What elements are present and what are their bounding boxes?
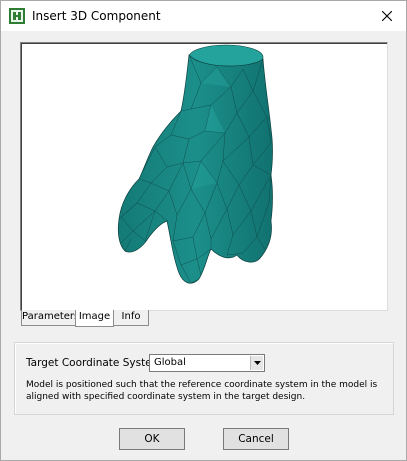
title-bar[interactable]: Insert 3D Component	[1, 1, 406, 31]
tab-parameters[interactable]: Parameters	[21, 310, 79, 326]
dropdown-arrow-icon[interactable]	[250, 356, 263, 370]
target-coordinate-label: Target Coordinate System:	[26, 357, 166, 369]
cancel-button[interactable]: Cancel	[223, 428, 289, 450]
ok-button[interactable]: OK	[119, 428, 185, 450]
window-title: Insert 3D Component	[32, 9, 161, 23]
target-coordinate-select[interactable]: Global	[149, 354, 265, 372]
tab-image[interactable]: Image	[75, 310, 114, 327]
app-icon	[9, 8, 25, 24]
model-preview-pane	[20, 42, 388, 311]
hand-model-image	[117, 44, 273, 284]
close-icon	[382, 11, 392, 21]
insert-3d-component-dialog: Insert 3D Component Parameters Image Inf…	[0, 0, 407, 461]
coordinate-settings-group: Target Coordinate System: Global Model i…	[14, 342, 394, 415]
tab-info[interactable]: Info	[113, 310, 149, 326]
target-coordinate-value: Global	[154, 357, 186, 368]
alignment-description: Model is positioned such that the refere…	[26, 380, 378, 402]
close-button[interactable]	[374, 5, 400, 27]
